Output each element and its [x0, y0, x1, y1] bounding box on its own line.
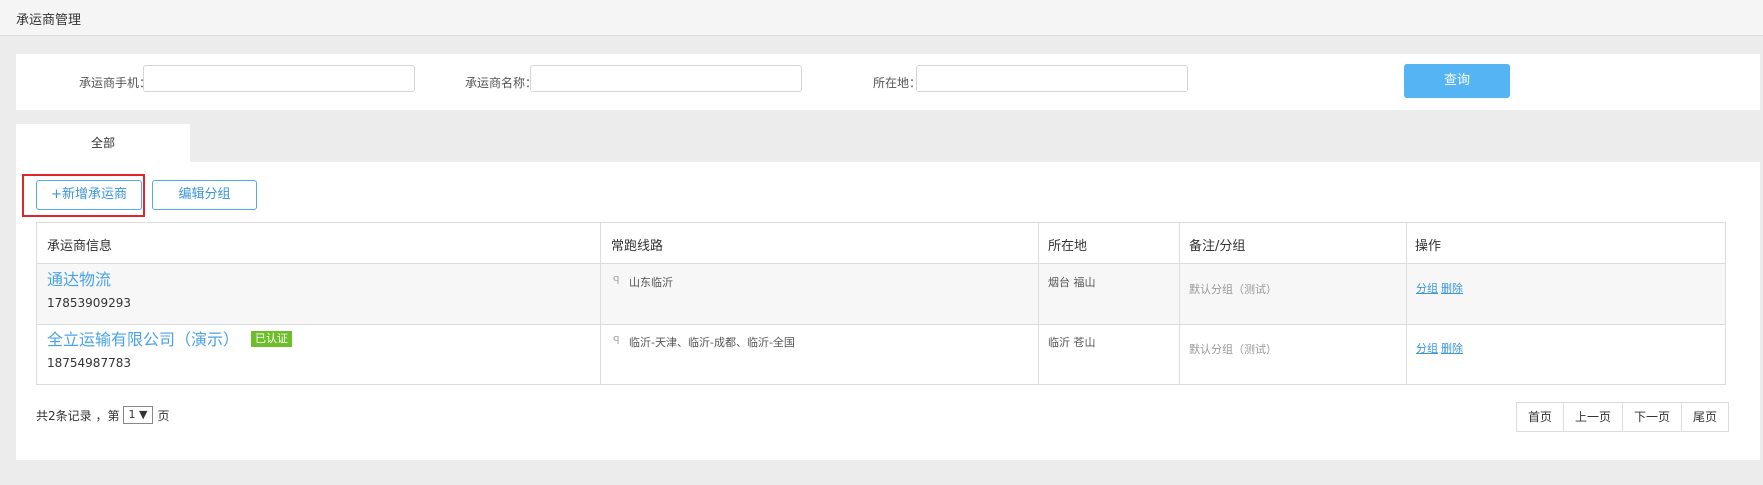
route-text: 临沂-天津、临沂-成都、临沂-全国 — [629, 336, 795, 349]
col-location: 所在地 — [1048, 239, 1088, 254]
group-link[interactable]: 分组 — [1416, 280, 1438, 296]
name-label: 承运商名称： — [465, 76, 538, 90]
query-button[interactable]: 查询 — [1404, 64, 1510, 98]
location-text: 烟台 福山 — [1048, 276, 1096, 289]
page-suffix-text: 页 — [157, 408, 170, 423]
phone-label: 承运商手机： — [79, 76, 152, 90]
first-page-button[interactable]: 首页 — [1517, 403, 1565, 431]
chevron-down-icon: ▼ — [138, 408, 148, 421]
table-row: 全立运输有限公司（演示） 已认证 18754987783 ꟼ 临沂-天津、临沂-… — [37, 325, 1725, 384]
name-input[interactable] — [530, 65, 802, 92]
next-page-button[interactable]: 下一页 — [1623, 403, 1683, 431]
col-carrier-info: 承运商信息 — [47, 239, 113, 254]
last-page-button[interactable]: 尾页 — [1682, 403, 1729, 431]
location-input[interactable] — [916, 65, 1188, 92]
flag-icon: ꟼ — [613, 334, 620, 347]
phone-input[interactable] — [143, 65, 415, 92]
column-divider — [600, 223, 601, 384]
carrier-table: 承运商信息 常跑线路 所在地 备注/分组 操作 通达物流 17853909293… — [36, 222, 1726, 385]
delete-link[interactable]: 删除 — [1441, 340, 1463, 356]
table-row: 通达物流 17853909293 ꟼ 山东临沂 烟台 福山 默认分组（测试） 分… — [37, 264, 1725, 325]
filter-panel: 承运商手机： 承运商名称： 所在地： 查询 — [16, 54, 1760, 110]
location-text: 临沂 苍山 — [1048, 336, 1096, 349]
route-text: 山东临沂 — [629, 276, 673, 289]
page-select[interactable]: 1 ▼ — [123, 406, 154, 424]
page-number: 1 — [128, 408, 136, 421]
edit-group-button[interactable]: 编辑分组 — [152, 180, 257, 210]
record-count-text: 共2条记录 ，第 — [36, 408, 120, 423]
flag-icon: ꟼ — [613, 274, 620, 287]
delete-link[interactable]: 删除 — [1441, 280, 1463, 296]
table-header-row: 承运商信息 常跑线路 所在地 备注/分组 操作 — [37, 223, 1725, 264]
col-actions: 操作 — [1415, 239, 1442, 254]
column-divider — [1179, 223, 1180, 384]
content-panel: +新增承运商 编辑分组 承运商信息 常跑线路 所在地 备注/分组 操作 通达物流… — [16, 162, 1760, 460]
remark-text: 默认分组（测试） — [1189, 343, 1277, 356]
page-title: 承运商管理 — [16, 13, 82, 28]
certified-badge: 已认证 — [251, 331, 292, 347]
tab-all[interactable]: 全部 — [16, 124, 190, 162]
carrier-name-link[interactable]: 通达物流 — [47, 266, 111, 290]
location-label: 所在地： — [873, 76, 922, 90]
remark-text: 默认分组（测试） — [1189, 283, 1277, 296]
carrier-phone: 18754987783 — [47, 356, 131, 370]
pagination-info: 共2条记录 ，第 1 ▼ 页 — [36, 406, 169, 424]
col-remark: 备注/分组 — [1189, 239, 1246, 254]
group-link[interactable]: 分组 — [1416, 340, 1438, 356]
column-divider — [1406, 223, 1407, 384]
add-carrier-button[interactable]: +新增承运商 — [36, 180, 142, 210]
carrier-name-link[interactable]: 全立运输有限公司（演示） — [47, 326, 239, 350]
carrier-phone: 17853909293 — [47, 296, 131, 310]
col-routes: 常跑线路 — [611, 239, 664, 254]
prev-page-button[interactable]: 上一页 — [1564, 403, 1624, 431]
pagination-buttons: 首页 上一页 下一页 尾页 — [1516, 402, 1730, 432]
column-divider — [1038, 223, 1039, 384]
page-header: 承运商管理 — [0, 0, 1763, 36]
